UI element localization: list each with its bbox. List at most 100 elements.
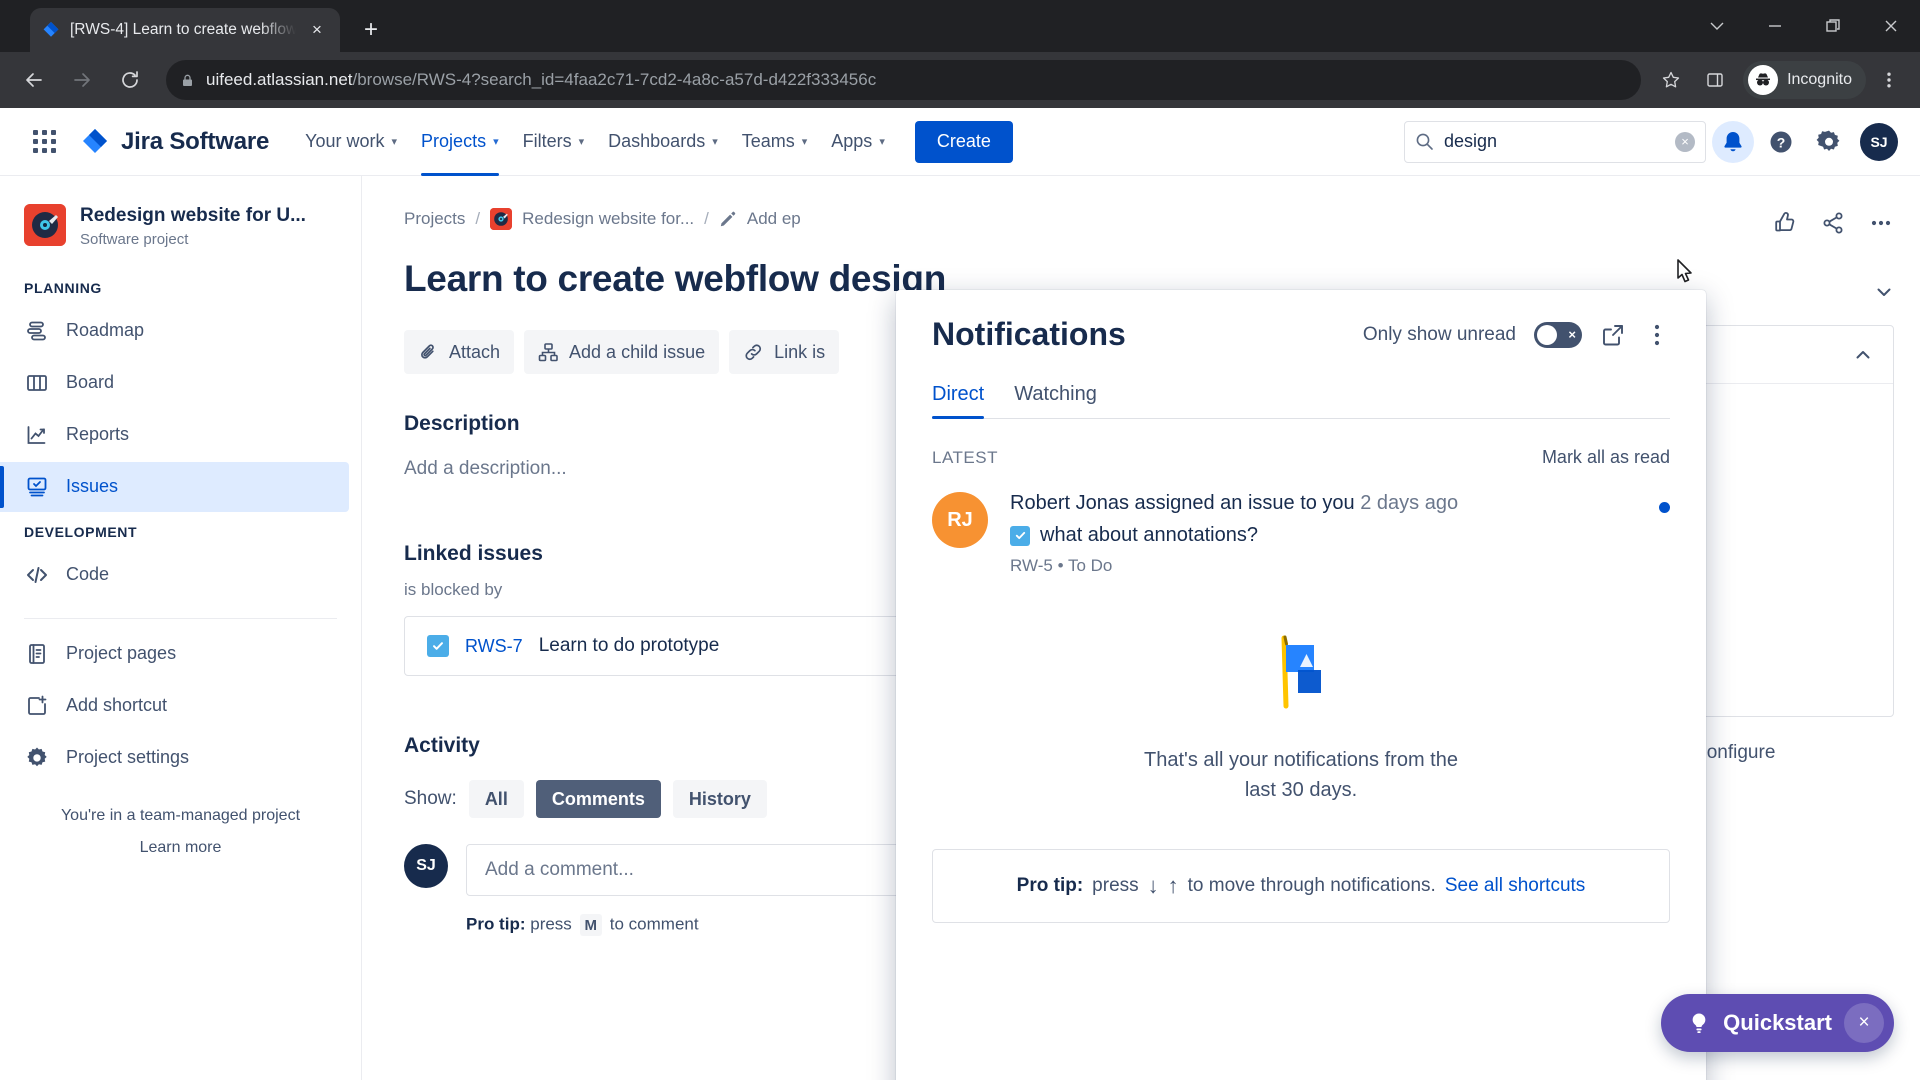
sidebar-item-issues[interactable]: Issues	[0, 461, 349, 512]
forward-arrow-icon	[60, 58, 104, 102]
thumbs-up-icon[interactable]	[1772, 210, 1798, 236]
nav-label: Projects	[421, 131, 487, 151]
sidebar-item-project-settings[interactable]: Project settings	[0, 733, 349, 783]
nav-teams[interactable]: Teams ▾	[730, 108, 820, 176]
clear-search-icon[interactable]: ×	[1675, 131, 1695, 152]
activity-filter-all[interactable]: All	[468, 780, 524, 818]
sidebar-item-board[interactable]: Board	[0, 358, 349, 408]
close-tab-icon[interactable]: ×	[306, 19, 328, 41]
notification-item[interactable]: RJ Robert Jonas assigned an issue to you…	[932, 492, 1670, 576]
user-avatar[interactable]: SJ	[1860, 122, 1898, 161]
notification-issue-summary: what about annotations?	[1040, 524, 1258, 546]
learn-more-link[interactable]: Learn more	[20, 839, 341, 857]
lightbulb-icon	[1687, 1011, 1711, 1035]
side-panel-icon[interactable]	[1695, 60, 1735, 100]
add-child-issue-button[interactable]: Add a child issue	[524, 330, 720, 374]
mark-all-as-read-button[interactable]: Mark all as read	[1542, 447, 1670, 468]
board-icon	[24, 370, 50, 396]
breadcrumb-projects[interactable]: Projects	[404, 209, 465, 229]
sidebar-item-roadmap[interactable]: Roadmap	[0, 306, 349, 356]
close-window-icon[interactable]	[1862, 0, 1920, 52]
kebab-menu-icon[interactable]	[1870, 60, 1908, 100]
notification-bell-icon	[1724, 131, 1742, 151]
help-button[interactable]: ?	[1760, 121, 1802, 163]
code-icon	[24, 562, 50, 588]
chevron-down-icon	[1874, 282, 1894, 307]
only-show-unread-toggle[interactable]: ×	[1534, 321, 1582, 348]
notifications-button[interactable]	[1712, 120, 1754, 163]
back-arrow-icon[interactable]	[12, 58, 56, 102]
create-button[interactable]: Create	[914, 120, 1013, 163]
activity-filter-history[interactable]: History	[672, 780, 767, 818]
nav-label: Dashboards	[608, 131, 706, 151]
new-tab-button[interactable]: +	[354, 13, 388, 47]
pages-icon	[24, 641, 50, 667]
close-icon[interactable]: ×	[1844, 1003, 1884, 1043]
sidebar-item-project-pages[interactable]: Project pages	[0, 629, 349, 679]
sidebar-project-header[interactable]: Redesign website for U... Software proje…	[0, 194, 361, 270]
nav-filters[interactable]: Filters ▾	[511, 108, 597, 176]
minimize-icon[interactable]	[1746, 0, 1804, 52]
sidebar-item-reports[interactable]: Reports	[0, 410, 349, 460]
tab-watching[interactable]: Watching	[1014, 383, 1097, 418]
address-bar[interactable]: uifeed.atlassian.net/browse/RWS-4?search…	[166, 60, 1642, 100]
add-shortcut-icon	[24, 693, 50, 719]
nav-apps[interactable]: Apps ▾	[819, 108, 897, 176]
project-avatar	[24, 204, 66, 246]
nav-label: Apps	[831, 131, 873, 151]
nav-dashboards[interactable]: Dashboards ▾	[596, 108, 730, 176]
chevron-down-icon: ▾	[493, 136, 499, 148]
nav-your-work[interactable]: Your work ▾	[293, 108, 409, 176]
sidebar-item-label: Roadmap	[66, 320, 145, 341]
chevron-down-icon[interactable]	[1688, 0, 1746, 52]
search-input[interactable]: design ×	[1404, 120, 1706, 163]
settings-gear-icon	[1816, 130, 1840, 151]
address-bar-url: uifeed.atlassian.net/browse/RWS-4?search…	[206, 70, 876, 90]
settings-gear-icon	[24, 745, 50, 771]
browser-toolbar: uifeed.atlassian.net/browse/RWS-4?search…	[0, 52, 1920, 108]
pro-tip-suffix: to comment	[609, 914, 699, 934]
reload-icon[interactable]	[108, 58, 152, 102]
sidebar-item-add-shortcut[interactable]: Add shortcut	[0, 681, 349, 731]
attach-button[interactable]: Attach	[404, 330, 515, 374]
see-all-shortcuts-link[interactable]: See all shortcuts	[1445, 875, 1585, 897]
tab-direct[interactable]: Direct	[932, 383, 985, 419]
app-switcher-icon[interactable]	[22, 120, 66, 164]
roadmap-icon	[24, 318, 50, 344]
sidebar-item-code[interactable]: Code	[0, 550, 349, 600]
breadcrumb-project[interactable]: Redesign website for...	[522, 209, 694, 229]
linked-issue-key[interactable]: RWS-7	[465, 636, 523, 657]
incognito-indicator[interactable]: Incognito	[1743, 61, 1866, 99]
quickstart-button[interactable]: Quickstart ×	[1661, 994, 1894, 1052]
restore-icon[interactable]	[1804, 0, 1862, 52]
share-icon[interactable]	[1820, 210, 1846, 236]
more-options-icon[interactable]	[1644, 322, 1670, 348]
link-icon	[743, 342, 764, 363]
project-name: Redesign website for U...	[80, 205, 306, 226]
browser-tab[interactable]: [RWS-4] Learn to create webflow ×	[30, 8, 340, 52]
notifications-panel: Notifications Only show unread × Direct …	[896, 290, 1706, 1080]
breadcrumb-project-avatar	[490, 208, 513, 230]
breadcrumb-add-epic[interactable]: Add ep	[747, 209, 801, 229]
nav-projects[interactable]: Projects ▾	[409, 108, 511, 176]
chevron-up-icon[interactable]	[1853, 345, 1873, 365]
browser-tab-title: [RWS-4] Learn to create webflow	[70, 21, 296, 38]
avatar: SJ	[404, 844, 448, 888]
link-issue-button[interactable]: Link is	[729, 330, 840, 374]
team-managed-note: You're in a team-managed project	[60, 806, 301, 824]
browser-tab-strip: [RWS-4] Learn to create webflow × +	[0, 0, 1920, 52]
settings-button[interactable]	[1808, 121, 1850, 163]
notifications-latest-row: LATEST Mark all as read	[932, 447, 1670, 468]
activity-filter-comments[interactable]: Comments	[535, 780, 661, 818]
search-input-value: design	[1444, 131, 1498, 151]
star-icon[interactable]	[1651, 60, 1691, 100]
more-options-icon[interactable]	[1868, 210, 1894, 236]
notification-issue-status: To Do	[1067, 556, 1113, 575]
sidebar-section-planning: PLANNING	[24, 279, 102, 296]
jira-logo[interactable]: Jira Software	[80, 127, 269, 157]
open-in-new-icon[interactable]	[1600, 322, 1626, 348]
brand-label: Jira Software	[121, 127, 270, 155]
help-icon: ?	[1770, 131, 1792, 152]
url-domain: uifeed.atlassian.net	[206, 70, 353, 89]
empty-state-line2: last 30 days.	[1244, 779, 1358, 801]
